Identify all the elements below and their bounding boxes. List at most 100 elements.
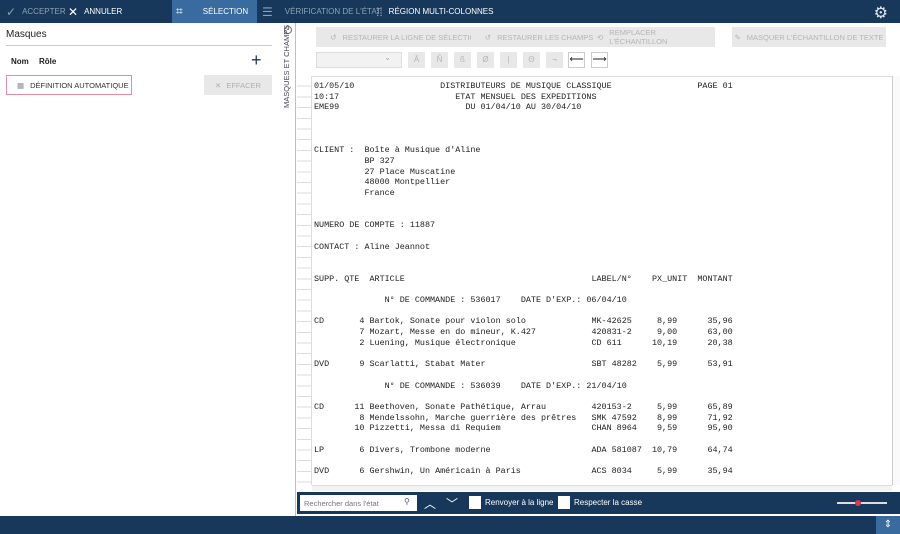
report-field: DVD xyxy=(314,359,330,370)
search-icon[interactable]: ⚲ xyxy=(404,497,410,506)
report-field: 63,00 xyxy=(707,327,733,338)
edit-icon: ✎ xyxy=(734,32,741,42)
restore-icon: ↺ xyxy=(330,32,337,42)
report-field: ETAT MENSUEL DES EXPEDITIONS xyxy=(455,91,597,102)
order-item-row: 7 Mozart, Messe en do mineur, K.427 420831… xyxy=(314,327,874,338)
char-button[interactable]: Θ xyxy=(523,52,540,68)
close-icon: ✕ xyxy=(215,80,222,90)
column-role[interactable]: Rôle xyxy=(39,57,56,66)
order-item-row: 10 Pizzetti, Messa di Requiem CHAN 8964 9,5… xyxy=(314,423,874,434)
horizontal-scrollbar[interactable] xyxy=(312,485,892,491)
report-field: 53,91 xyxy=(707,359,733,370)
report-field: 10,79 xyxy=(651,444,678,455)
zoom-slider-handle[interactable] xyxy=(854,500,861,506)
selection-icon: ⌗ xyxy=(176,4,183,18)
report-field: PAGE 01 xyxy=(697,81,733,91)
column-name[interactable]: Nom xyxy=(11,57,29,66)
wrap-label: Renvoyer à la ligne xyxy=(485,498,554,507)
report-field: 65,89 xyxy=(707,402,733,412)
report-field: ADA 581087 xyxy=(591,444,642,455)
report-field: 4 xyxy=(359,316,365,327)
accept-button[interactable]: ✓ ACCEPTER xyxy=(6,0,66,23)
report-field: 11 xyxy=(354,402,365,412)
report-view[interactable]: 01/05/10 DISTRIBUTEURS DE MUSIQUE CLASSIQ… xyxy=(312,76,892,485)
tab-verification[interactable]: ☰ VÉRIFICATION DE L'ÉTAT xyxy=(262,0,381,23)
char-button[interactable]: Ø xyxy=(477,52,494,68)
report-field: CHAN 8964 xyxy=(591,423,637,434)
search-input[interactable] xyxy=(300,495,417,511)
char-button[interactable]: ß xyxy=(454,52,471,68)
char-button[interactable]: ¬ xyxy=(546,52,563,68)
report-field: N° DE COMMANDE : 536017 xyxy=(384,295,501,305)
order-heading: N° DE COMMANDE : 536039 DATE D'EXP.: 21/0… xyxy=(314,381,874,392)
order-item-row: 8 Mendelssohn, Marche guerrière des prêtr… xyxy=(314,413,874,424)
chevron-down-icon[interactable]: ﹀ xyxy=(446,495,458,512)
report-field: 6 xyxy=(359,444,365,455)
order-item-row: CD 11 Beethoven, Sonate Pathétique, Arrau 4… xyxy=(314,402,874,413)
chevron-up-icon[interactable]: ︿ xyxy=(424,495,436,512)
arrow-right-icon[interactable]: ⟶ xyxy=(591,52,608,68)
tab-multi-column[interactable]: ⁞⁞ RÉGION MULTI-COLONNES xyxy=(376,0,493,23)
vertical-scrollbar[interactable] xyxy=(892,76,900,485)
masks-panel: Masques Nom Rôle + ▦ DÉFINITION AUTOMATIQ… xyxy=(0,23,280,516)
settings-gear-icon[interactable]: ⚙ xyxy=(874,3,888,23)
line-gutter[interactable] xyxy=(297,76,312,485)
restore-selection-line-button[interactable]: ↺ RESTAURER LA LIGNE DE SÉLECTION xyxy=(316,27,495,47)
order-item-row: LP 6 Divers, Trombone moderne ADA 581087 10,… xyxy=(314,445,874,456)
chevron-down-icon: ⌄ xyxy=(384,53,391,62)
char-button[interactable]: Ā xyxy=(408,52,425,68)
report-field: DU 01/04/10 AU 30/04/10 xyxy=(465,102,582,113)
restore-fields-button[interactable]: ↺ RESTAURER LES CHAMPS xyxy=(471,27,607,47)
report-field: BP 327 xyxy=(364,155,395,166)
report-field: 48000 Montpellier xyxy=(364,177,451,188)
report-field: 5,99 xyxy=(657,402,678,412)
report-field: 6 xyxy=(359,466,365,477)
match-case-checkbox[interactable] xyxy=(558,496,570,509)
zoom-slider[interactable] xyxy=(837,500,887,506)
arrow-left-icon[interactable]: ⟵ xyxy=(568,52,585,68)
report-field: Scarlatti, Stabat Mater xyxy=(369,359,486,370)
report-field: Boîte à Musique d'Aline xyxy=(364,145,481,156)
report-field: 10,19 xyxy=(651,337,678,348)
order-item-row: DVD 6 Gershwin, Un Américain à Paris ACS 80… xyxy=(314,466,874,477)
report-field: 8 xyxy=(359,412,365,423)
clear-button[interactable]: ✕ EFFACER xyxy=(204,75,272,95)
tab-selection[interactable]: ⌗ SÉLECTION xyxy=(172,0,257,23)
fit-height-icon[interactable]: ⇕ xyxy=(876,516,900,534)
report-field: N° DE COMMANDE : 536039 xyxy=(384,380,501,391)
account-number: NUMERO DE COMPTE : 11887 xyxy=(314,220,874,231)
report-field: ARTICLE xyxy=(369,273,405,284)
char-dropdown[interactable]: ⌄ xyxy=(316,52,402,68)
report-field: 01/05/10 xyxy=(314,81,355,91)
mask-text-sample-button[interactable]: ✎ MASQUER L'ÉCHANTILLON DE TEXTE xyxy=(732,27,886,47)
report-field: Divers, Trombone moderne xyxy=(369,444,491,455)
report-field: 9,00 xyxy=(657,327,678,338)
report-field: 20,38 xyxy=(707,337,733,348)
order-heading: N° DE COMMANDE : 536017 DATE D'EXP.: 06/0… xyxy=(314,295,874,306)
panel-title: Masques xyxy=(6,29,47,40)
report-field: DATE D'EXP.: 06/04/10 xyxy=(520,295,627,305)
cancel-button[interactable]: ✕ ANNULER xyxy=(68,0,122,23)
report-field: 5,99 xyxy=(657,359,678,370)
report-field: 7 xyxy=(359,327,365,338)
replace-sample-button[interactable]: ⟲ REMPLACER L'ÉCHANTILLON xyxy=(597,27,715,47)
client-line: France xyxy=(314,188,874,199)
search-bar: ⚲ ︿ ﹀ Renvoyer à la ligne Respecter la c… xyxy=(297,492,900,514)
auto-definition-button[interactable]: ▦ DÉFINITION AUTOMATIQUE xyxy=(6,75,132,95)
order-item-row: 2 Luening, Musique électronique CD 611 10,1… xyxy=(314,338,874,349)
columns-icon: ⁞⁞ xyxy=(376,4,383,19)
report-field: NUMERO DE COMPTE : 11887 xyxy=(314,220,436,231)
report-field: France xyxy=(364,188,395,198)
report-field: 35,94 xyxy=(707,466,733,477)
report-field: 10 xyxy=(354,423,365,434)
wrap-checkbox[interactable] xyxy=(469,496,481,509)
check-icon: ✓ xyxy=(6,4,17,19)
char-button[interactable]: | xyxy=(500,52,517,68)
add-mask-icon[interactable]: + xyxy=(251,50,262,71)
report-header: 01/05/10 DISTRIBUTEURS DE MUSIQUE CLASSIQ… xyxy=(314,81,874,92)
masks-fields-side-tab[interactable]: • MASQUES ET CHAMPS xyxy=(280,23,296,516)
match-case-label: Respecter la casse xyxy=(574,498,643,507)
char-button[interactable]: Ñ xyxy=(431,52,448,68)
client-line: 27 Place Muscatine xyxy=(314,167,874,178)
report-field: 9,59 xyxy=(657,423,678,434)
